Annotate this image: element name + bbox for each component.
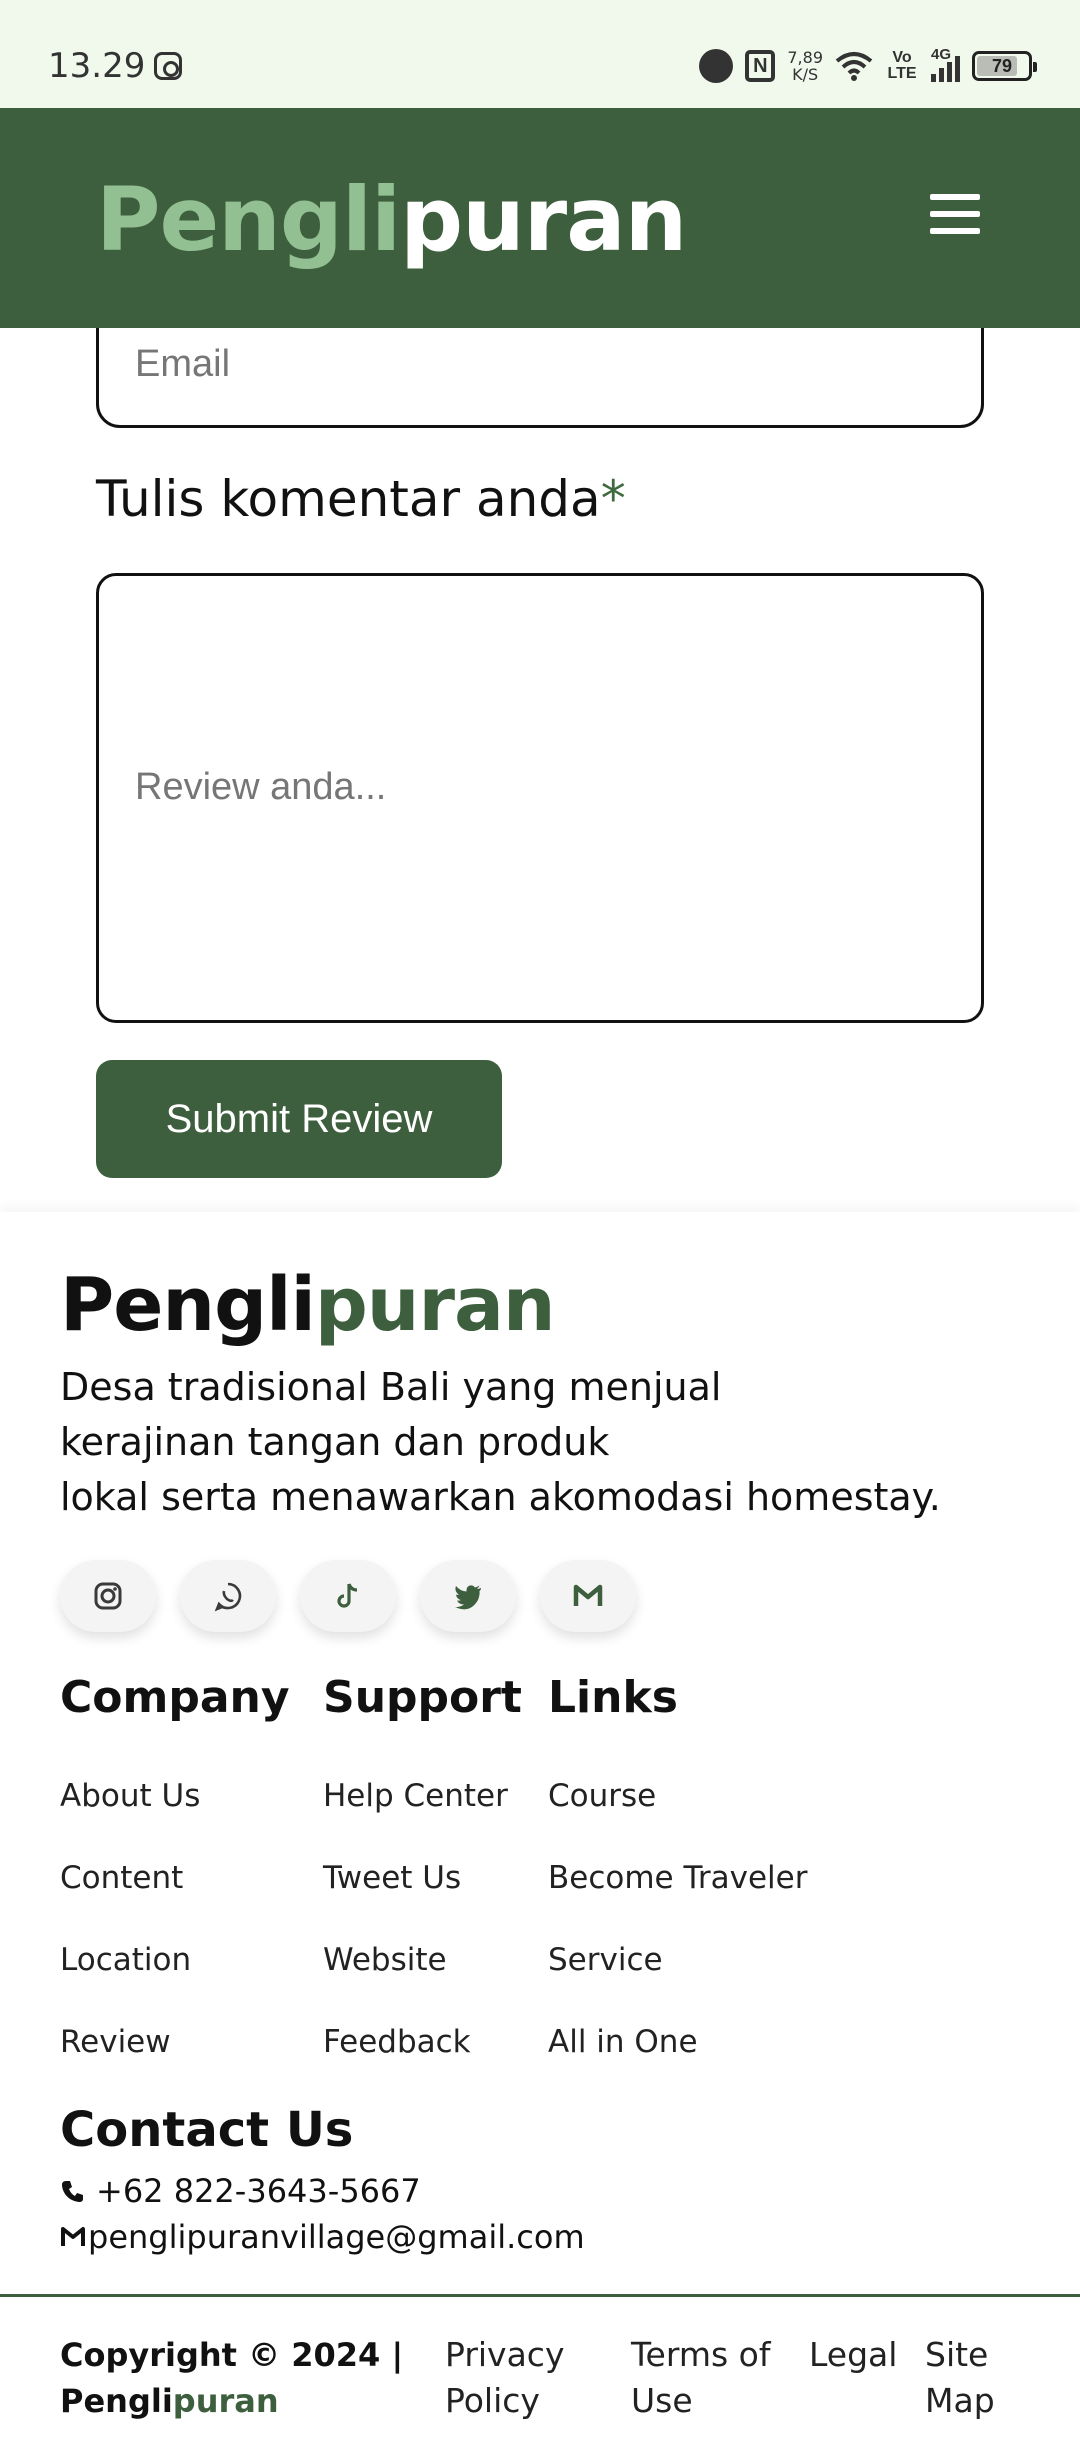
review-textarea[interactable] bbox=[135, 766, 935, 826]
gmail-icon bbox=[61, 2227, 85, 2246]
about-us-link[interactable]: About Us bbox=[60, 1778, 200, 1814]
location-link[interactable]: Location bbox=[60, 1942, 191, 1978]
footer-brand: Penglipuran bbox=[60, 1262, 556, 1348]
tweet-us-link[interactable]: Tweet Us bbox=[323, 1860, 461, 1896]
links-column: Links Course Become Traveler Service All… bbox=[548, 1672, 807, 2060]
description-line: kerajinan tangan dan produk bbox=[60, 1420, 610, 1464]
required-mark: * bbox=[600, 470, 626, 528]
support-column: Support Help Center Tweet Us Website Fee… bbox=[323, 1672, 522, 2060]
battery-level: 79 bbox=[991, 56, 1013, 76]
status-bar: 13.29 N 7,89 K/S Vo LTE 4G 79 bbox=[0, 0, 1080, 108]
alarm-icon bbox=[699, 49, 734, 83]
copyright-text: Copyright © 2024 | bbox=[60, 2336, 404, 2374]
footer-description: Desa tradisional Bali yang menjual keraj… bbox=[60, 1360, 1020, 1525]
status-icons: N 7,89 K/S Vo LTE 4G 79 bbox=[699, 44, 1037, 88]
contact-phone[interactable]: +62 822-3643-5667 bbox=[60, 2172, 421, 2210]
nfc-icon: N bbox=[745, 50, 776, 82]
network-speed: 7,89 K/S bbox=[787, 49, 823, 83]
speed-unit: K/S bbox=[792, 65, 819, 84]
description-line: Desa tradisional Bali yang menjual bbox=[60, 1365, 722, 1409]
company-heading: Company bbox=[60, 1672, 290, 1723]
email-address: penglipuranvillage@gmail.com bbox=[88, 2218, 585, 2256]
hamburger-menu-icon[interactable] bbox=[930, 194, 980, 234]
company-column: Company About Us Content Location Review bbox=[60, 1672, 290, 2060]
course-link[interactable]: Course bbox=[548, 1778, 656, 1814]
submit-review-button[interactable]: Submit Review bbox=[96, 1060, 502, 1178]
phone-icon bbox=[62, 2181, 83, 2202]
tiktok-button[interactable] bbox=[300, 1560, 396, 1632]
gmail-button[interactable] bbox=[540, 1560, 636, 1632]
comment-label-text: Tulis komentar anda bbox=[96, 470, 601, 528]
all-in-one-link[interactable]: All in One bbox=[548, 2024, 698, 2060]
copyright-brand-part-2: puran bbox=[172, 2382, 279, 2420]
network-type: 4G bbox=[931, 46, 952, 63]
tiktok-icon bbox=[337, 1583, 358, 1608]
instagram-button[interactable] bbox=[60, 1560, 156, 1632]
instagram-icon bbox=[94, 1582, 122, 1610]
contact-email[interactable]: penglipuranvillage@gmail.com bbox=[60, 2218, 585, 2256]
review-textarea-container[interactable] bbox=[96, 573, 984, 1023]
instagram-icon bbox=[154, 52, 182, 80]
social-links bbox=[60, 1560, 636, 1632]
wifi-icon bbox=[835, 52, 873, 81]
footer-brand-part-2: puran bbox=[314, 1262, 556, 1348]
footer-divider bbox=[0, 2294, 1080, 2297]
contact-heading: Contact Us bbox=[60, 2102, 354, 2158]
legal-link[interactable]: Legal bbox=[809, 2332, 909, 2378]
signal-icon: 4G bbox=[931, 46, 960, 82]
whatsapp-button[interactable] bbox=[180, 1560, 276, 1632]
copyright-brand-part-1: Pengli bbox=[60, 2382, 173, 2420]
phone-number: +62 822-3643-5667 bbox=[96, 2172, 421, 2210]
email-input[interactable] bbox=[135, 343, 935, 386]
terms-of-use-link[interactable]: Terms of Use bbox=[631, 2332, 781, 2424]
website-link[interactable]: Website bbox=[323, 1942, 447, 1978]
footer-brand-part-1: Pengli bbox=[60, 1262, 316, 1348]
gmail-icon bbox=[573, 1584, 603, 1606]
whatsapp-icon bbox=[214, 1582, 242, 1612]
service-link[interactable]: Service bbox=[548, 1942, 663, 1978]
review-link[interactable]: Review bbox=[60, 2024, 171, 2060]
description-line: lokal serta menawarkan akomodasi homesta… bbox=[60, 1475, 941, 1519]
copyright: Copyright © 2024 | Penglipuran bbox=[60, 2332, 403, 2424]
content-link[interactable]: Content bbox=[60, 1860, 183, 1896]
twitter-icon bbox=[455, 1585, 481, 1610]
brand-part-1: Pengli bbox=[96, 168, 401, 271]
brand-logo[interactable]: Penglipuran bbox=[96, 168, 687, 271]
volte-label: Vo LTE bbox=[887, 49, 917, 82]
support-heading: Support bbox=[323, 1672, 522, 1723]
help-center-link[interactable]: Help Center bbox=[323, 1778, 508, 1814]
privacy-policy-link[interactable]: Privacy Policy bbox=[445, 2332, 585, 2424]
site-map-link[interactable]: Site Map bbox=[925, 2332, 1005, 2424]
links-heading: Links bbox=[548, 1672, 678, 1723]
footer: Penglipuran Desa tradisional Bali yang m… bbox=[0, 1212, 1080, 2460]
comment-label: Tulis komentar anda* bbox=[96, 470, 626, 528]
become-traveler-link[interactable]: Become Traveler bbox=[548, 1860, 807, 1896]
app-header: Penglipuran bbox=[0, 108, 1080, 328]
status-time: 13.29 bbox=[48, 46, 146, 86]
twitter-button[interactable] bbox=[420, 1560, 516, 1632]
brand-part-2: puran bbox=[400, 168, 687, 271]
feedback-link[interactable]: Feedback bbox=[323, 2024, 471, 2060]
battery-icon: 79 bbox=[972, 51, 1037, 81]
